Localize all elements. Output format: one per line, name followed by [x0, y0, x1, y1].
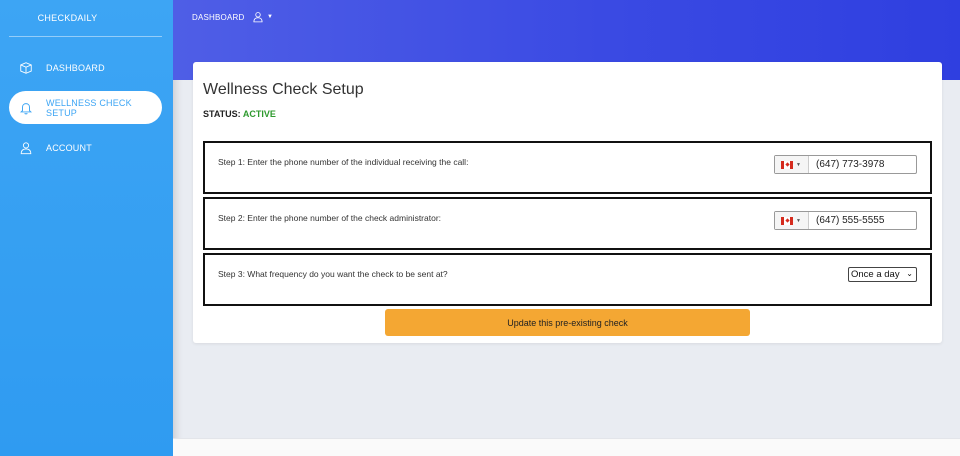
phone-value: (647) 555-5555 [816, 215, 885, 226]
sidebar-item-label: DASHBOARD [46, 62, 105, 73]
update-check-button[interactable]: Update this pre-existing check [385, 309, 750, 336]
sidebar-item-dashboard[interactable]: DASHBOARD [9, 51, 162, 84]
country-selector[interactable]: ▼ [775, 156, 809, 173]
frequency-selected-value: Once a day [851, 269, 900, 280]
box-icon [19, 61, 33, 75]
brand-logo[interactable]: CHECKDAILY [0, 13, 135, 23]
caret-down-icon: ▼ [796, 161, 801, 168]
step-2-row: Step 2: Enter the phone number of the ch… [203, 197, 932, 250]
sidebar-divider [9, 36, 162, 37]
canada-flag-icon [781, 216, 793, 225]
user-icon [253, 12, 263, 23]
bell-icon [19, 101, 33, 115]
status-label: STATUS: [203, 109, 241, 119]
sidebar-item-label: WELLNESS CHECK SETUP [46, 97, 132, 118]
wellness-setup-card: Wellness Check Setup STATUS: ACTIVE Step… [193, 62, 942, 343]
country-selector[interactable]: ▼ [775, 212, 809, 229]
chevron-down-icon: ⌄ [906, 269, 913, 278]
step-3-text: Step 3: What frequency do you want the c… [218, 269, 448, 279]
sidebar-item-label: ACCOUNT [46, 142, 92, 153]
caret-down-icon: ▼ [796, 217, 801, 224]
frequency-select[interactable]: Once a day ⌄ [848, 267, 917, 282]
phone-value: (647) 773-3978 [816, 159, 885, 170]
step-1-text: Step 1: Enter the phone number of the in… [218, 157, 469, 167]
status-badge: ACTIVE [242, 109, 276, 119]
recipient-phone-input[interactable]: ▼ (647) 773-3978 [774, 155, 917, 174]
sidebar-item-wellness-check-setup[interactable]: WELLNESS CHECK SETUP [9, 91, 162, 124]
step-1-row: Step 1: Enter the phone number of the in… [203, 141, 932, 194]
user-icon [19, 141, 33, 155]
sidebar: CHECKDAILY DASHBOARD WELLNESS CHECK SETU… [0, 0, 173, 456]
step-2-text: Step 2: Enter the phone number of the ch… [218, 213, 442, 223]
user-menu-toggle[interactable]: ▼ [252, 11, 273, 23]
step-3-row: Step 3: What frequency do you want the c… [203, 253, 932, 306]
page-title: Wellness Check Setup [203, 81, 364, 98]
sidebar-item-account[interactable]: ACCOUNT [9, 131, 162, 164]
administrator-phone-input[interactable]: ▼ (647) 555-5555 [774, 211, 917, 230]
footer-bar [173, 438, 960, 456]
top-dashboard-link[interactable]: DASHBOARD [192, 13, 244, 22]
caret-down-icon: ▼ [267, 14, 273, 20]
status-line: STATUS: ACTIVE [203, 109, 276, 119]
canada-flag-icon [781, 160, 793, 169]
